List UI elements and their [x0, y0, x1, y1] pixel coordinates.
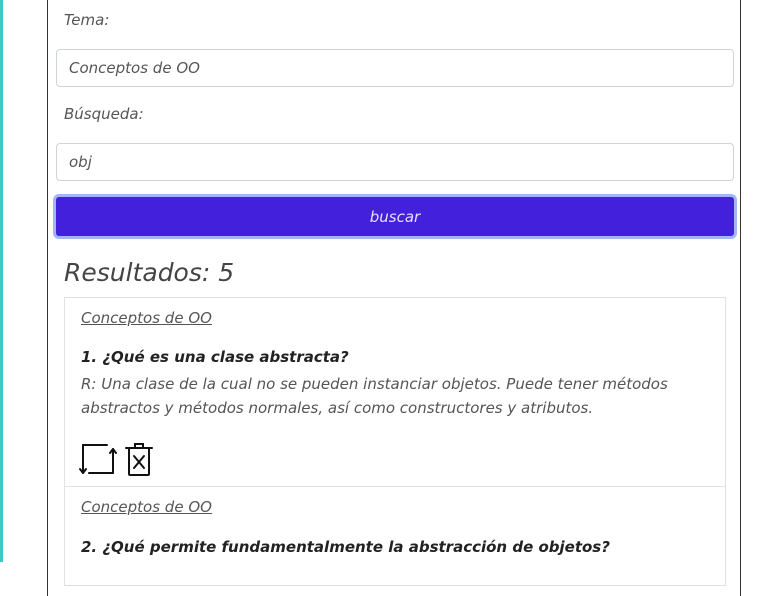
search-button[interactable]: buscar [53, 194, 737, 239]
result-question: 1. ¿Qué es una clase abstracta? [81, 348, 349, 366]
topic-field[interactable] [56, 49, 734, 87]
result-topic-link[interactable]: Conceptos de OO [81, 309, 212, 327]
result-question: 2. ¿Qué permite fundamentalmente la abst… [81, 538, 610, 556]
results-count-heading: Resultados: 5 [64, 258, 235, 287]
delete-icon[interactable] [125, 441, 153, 477]
result-answer: R: Una clase de la cual no se pueden ins… [81, 375, 668, 417]
left-accent-bar [0, 0, 3, 562]
result-topic-link[interactable]: Conceptos de OO [81, 498, 212, 516]
swap-icon[interactable] [79, 441, 117, 477]
result-card: Conceptos de OO 2. ¿Qué permite fundamen… [64, 486, 726, 586]
search-input[interactable] [56, 143, 734, 181]
result-card: Conceptos de OO 1. ¿Qué es una clase abs… [64, 297, 726, 487]
search-label: Búsqueda: [64, 105, 144, 123]
topic-label: Tema: [64, 11, 110, 29]
